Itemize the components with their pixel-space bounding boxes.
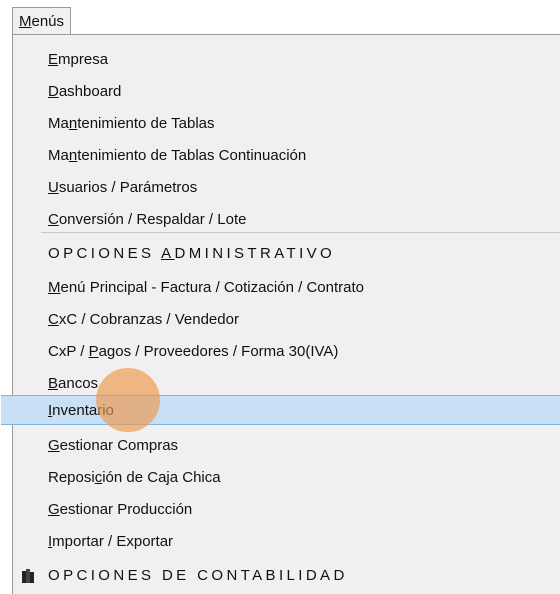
item-text-post: ancos (58, 375, 99, 392)
item-mnemonic: C (48, 211, 59, 228)
item-text-pre: Reposi (48, 469, 95, 486)
item-text-post: estionar Compras (59, 437, 179, 454)
item-mnemonic: G (48, 437, 60, 454)
menu-item-gestionar-produccion[interactable]: Gestionar Producción (13, 495, 560, 525)
menu-item-empresa[interactable]: Empresa (13, 45, 560, 75)
item-mnemonic: A (161, 245, 175, 262)
item-mnemonic: C (48, 311, 59, 328)
click-highlight (96, 368, 160, 432)
item-text-post: xC / Cobranzas / Vendedor (58, 311, 239, 328)
menu-item-mantenimiento-tablas-continuacion[interactable]: Mantenimiento de Tablas Continuación (13, 141, 560, 171)
item-text-pre: OPCIONES DE CONTABILIDAD (48, 567, 348, 584)
item-text-post: tenimiento de Tablas Continuación (77, 147, 307, 164)
menu-menus[interactable]: Menús (12, 7, 72, 35)
item-text-pre: Ma (48, 115, 69, 132)
item-text-post: mportar / Exportar (52, 533, 174, 550)
item-text-post: enú Principal - Factura / Cotización / C… (60, 279, 364, 296)
menu-item-menu-principal[interactable]: Menú Principal - Factura / Cotización / … (13, 273, 560, 303)
menu-item-usuarios-parametros[interactable]: Usuarios / Parámetros (13, 173, 560, 203)
item-mnemonic: n (68, 115, 78, 132)
menu-item-gestionar-compras[interactable]: Gestionar Compras (13, 431, 560, 461)
menu-item-cxp-pagos[interactable]: CxP / Pagos / Proveedores / Forma 30(IVA… (13, 337, 560, 367)
menu-menus-label: enús (31, 13, 65, 30)
item-mnemonic: B (48, 375, 59, 392)
menu-item-reposicion-caja-chica[interactable]: Reposición de Caja Chica (13, 463, 560, 493)
item-mnemonic: P (88, 343, 99, 360)
item-mnemonic: D (48, 83, 59, 100)
item-text-post: mpresa (58, 51, 109, 68)
menu-separator (41, 232, 560, 233)
item-text-post: DMINISTRATIVO (174, 245, 336, 262)
section-header-administrativo[interactable]: OPCIONES ADMINISTRATIVO (13, 239, 560, 269)
book-icon (22, 569, 34, 583)
menu-item-importar-exportar[interactable]: Importar / Exportar (13, 527, 560, 557)
item-text-post: suarios / Parámetros (58, 179, 198, 196)
item-text-post: ashboard (58, 83, 122, 100)
item-text-post: tenimiento de Tablas (77, 115, 215, 132)
item-text-post: ión de Caja Chica (102, 469, 221, 486)
menu-item-conversion-respaldar-lote[interactable]: Conversión / Respaldar / Lote (13, 205, 560, 235)
item-text-post: onversión / Respaldar / Lote (58, 211, 247, 228)
item-mnemonic: U (48, 179, 59, 196)
item-text-pre: Ma (48, 147, 69, 164)
item-text-pre: OPCIONES (48, 245, 162, 262)
menu-item-mantenimiento-tablas[interactable]: Mantenimiento de Tablas (13, 109, 560, 139)
menu-item-inventario[interactable]: Inventario (1, 395, 560, 425)
item-mnemonic: G (48, 501, 60, 518)
menu-item-dashboard[interactable]: Dashboard (13, 77, 560, 107)
menus-dropdown: Empresa Dashboard Mantenimiento de Tabla… (1, 34, 560, 594)
item-mnemonic: E (48, 51, 59, 68)
item-text-post: estionar Producción (59, 501, 193, 518)
menu-item-cxc-cobranzas[interactable]: CxC / Cobranzas / Vendedor (13, 305, 560, 335)
item-text-post: agos / Proveedores / Forma 30(IVA) (98, 343, 339, 360)
section-header-contabilidad[interactable]: OPCIONES DE CONTABILIDAD (13, 561, 560, 591)
item-text-pre: CxP / (48, 343, 89, 360)
menu-menus-mnemonic: M (19, 13, 32, 30)
item-mnemonic: M (48, 279, 61, 296)
item-mnemonic: n (68, 147, 78, 164)
